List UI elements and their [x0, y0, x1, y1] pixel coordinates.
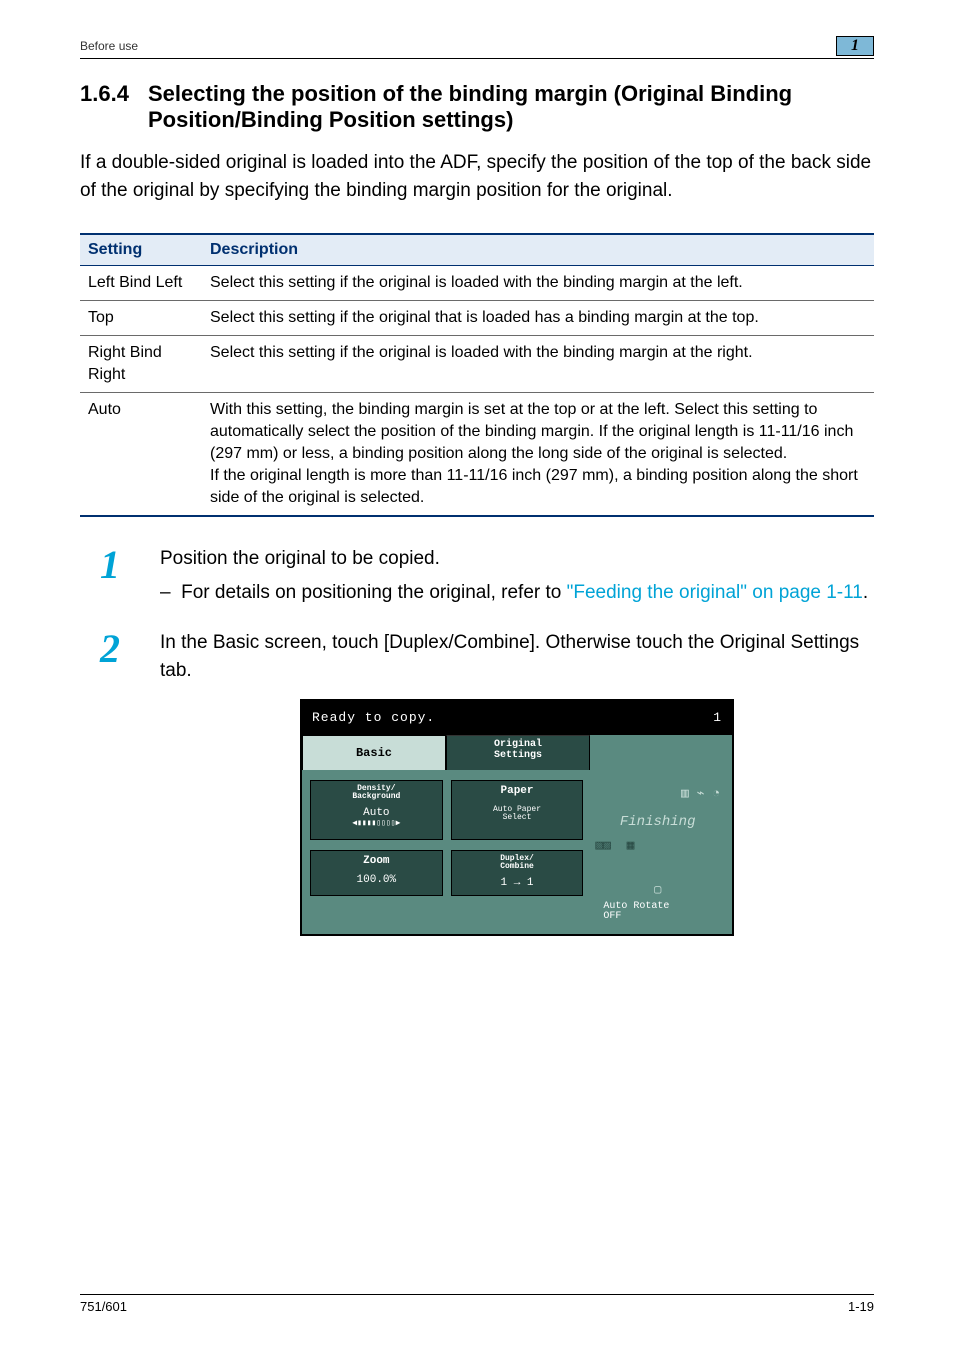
copy-count: 1 [713, 704, 722, 732]
step-2-text: In the Basic screen, touch [Duplex/Combi… [160, 629, 874, 685]
paper-button[interactable]: Paper Auto Paper Select [451, 780, 584, 840]
duplex-combine-button[interactable]: Duplex/ Combine 1 → 1 [451, 850, 584, 896]
step-1-bullet: – For details on positioning the origina… [160, 579, 874, 607]
col-setting: Setting [80, 234, 202, 266]
footer-model: 751/601 [80, 1299, 127, 1314]
desc-cell: With this setting, the binding margin is… [202, 393, 874, 517]
density-button[interactable]: Density/ Background Auto ◀▮▮▮▮▯▯▯▯▶ [310, 780, 443, 840]
section-title: 1.6.4Selecting the position of the bindi… [80, 81, 874, 133]
setting-cell: Right Bind Right [80, 336, 202, 393]
setting-cell: Auto [80, 393, 202, 517]
table-header-row: Setting Description [80, 234, 874, 266]
step-number-2: 2 [80, 629, 160, 936]
chapter-number-chip: 1 [836, 36, 874, 56]
table-row: Right Bind Right Select this setting if … [80, 336, 874, 393]
step-number-1: 1 [80, 545, 160, 607]
duplex-label: Duplex/ Combine [452, 855, 583, 871]
tab-original-settings[interactable]: Original Settings [446, 735, 590, 770]
finishing-icons-top: ▥ ⌁ ◔ [591, 780, 724, 802]
rotate-icon: ▢ [591, 876, 724, 896]
step-2: 2 In the Basic screen, touch [Duplex/Com… [80, 629, 874, 936]
finishing-label[interactable]: Finishing [591, 808, 724, 826]
header-section: Before use [80, 39, 138, 53]
section-title-text: Selecting the position of the binding ma… [148, 81, 848, 133]
table-row: Top Select this setting if the original … [80, 301, 874, 336]
page-footer: 751/601 1-19 [80, 1294, 874, 1314]
table-row: Left Bind Left Select this setting if th… [80, 266, 874, 301]
setting-cell: Left Bind Left [80, 266, 202, 301]
feeding-original-link[interactable]: "Feeding the original" on page 1-11 [567, 582, 863, 603]
paper-value: Auto Paper Select [452, 806, 583, 822]
zoom-value: 100.0% [311, 874, 442, 887]
footer-page: 1-19 [848, 1299, 874, 1314]
paper-label: Paper [452, 785, 583, 798]
desc-cell: Select this setting if the original is l… [202, 266, 874, 301]
density-meter-icon: ◀▮▮▮▮▯▯▯▯▶ [311, 820, 442, 828]
duplex-value: 1 → 1 [452, 877, 583, 890]
desc-cell: Select this setting if the original that… [202, 301, 874, 336]
setting-cell: Top [80, 301, 202, 336]
settings-table: Setting Description Left Bind Left Selec… [80, 233, 874, 517]
zoom-label: Zoom [311, 855, 442, 868]
desc-cell: Select this setting if the original is l… [202, 336, 874, 393]
step-1-text: Position the original to be copied. [160, 545, 874, 573]
section-number: 1.6.4 [80, 81, 148, 107]
zoom-button[interactable]: Zoom 100.0% [310, 850, 443, 896]
step-1-pre: For details on positioning the original,… [181, 582, 567, 603]
status-text: Ready to copy. [312, 704, 435, 732]
table-row: Auto With this setting, the binding marg… [80, 393, 874, 517]
page-header: Before use 1 [80, 36, 874, 59]
intro-paragraph: If a double-sided original is loaded int… [80, 149, 874, 205]
col-description: Description [202, 234, 874, 266]
density-label: Density/ Background [311, 785, 442, 801]
step-1-post: . [863, 582, 868, 603]
steps-list: 1 Position the original to be copied. – … [80, 545, 874, 936]
device-screenshot: Ready to copy. 1 Basic Original Settings… [300, 699, 734, 936]
tab-basic[interactable]: Basic [302, 735, 446, 770]
finishing-icons-bottom: ▧▨ ▦ [591, 832, 724, 854]
step-1: 1 Position the original to be copied. – … [80, 545, 874, 607]
auto-rotate-label[interactable]: Auto Rotate OFF [591, 902, 724, 922]
